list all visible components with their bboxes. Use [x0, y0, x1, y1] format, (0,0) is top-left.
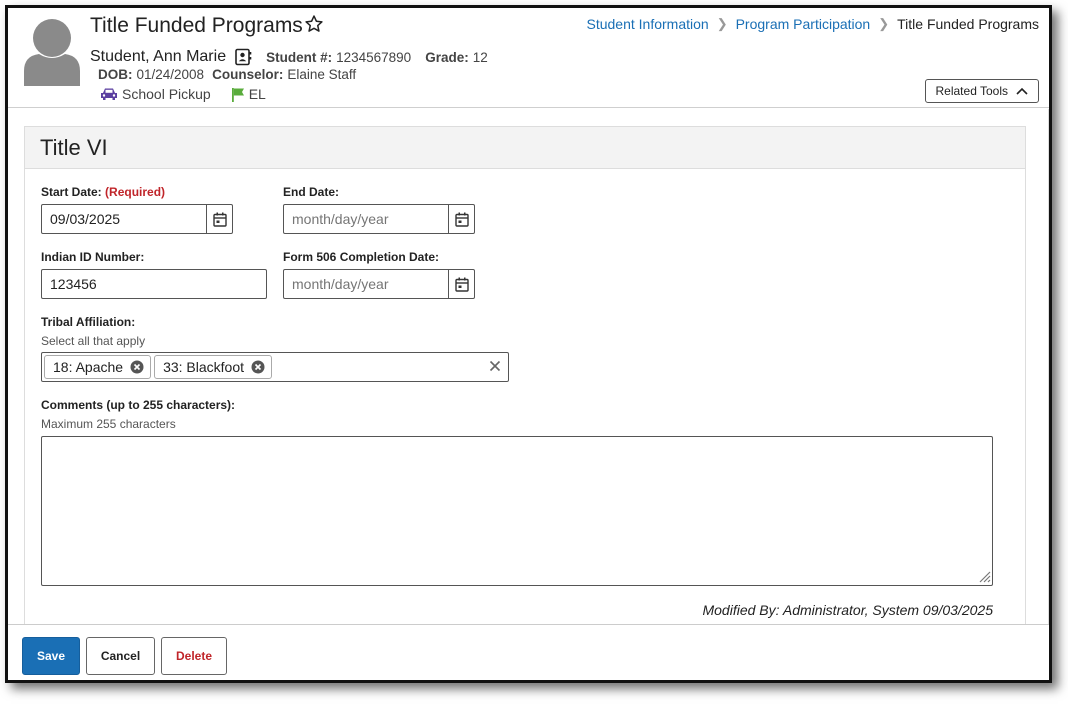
chevron-right-icon: ❯: [716, 16, 728, 31]
required-indicator: (Required): [105, 185, 166, 199]
panel-header: Title VI: [25, 127, 1025, 169]
comments-hint: Maximum 255 characters: [41, 417, 176, 431]
form506-date-label: Form 506 Completion Date:: [283, 250, 440, 264]
selected-chip: 33: Blackfoot: [154, 355, 272, 379]
student-flags: School Pickup EL: [100, 86, 286, 102]
start-date-label-text: Start Date:: [41, 185, 102, 199]
modified-by-text: Modified By: Administrator, System 09/03…: [702, 602, 993, 618]
contact-card-icon[interactable]: [234, 48, 252, 66]
tribal-affiliation-label: Tribal Affiliation:: [41, 315, 136, 329]
chevron-up-icon: [1016, 87, 1028, 95]
form506-date-input[interactable]: [283, 269, 449, 299]
flag-icon: [231, 87, 244, 102]
dob-label: DOB:: [98, 67, 133, 82]
related-tools-label: Related Tools: [935, 84, 1009, 98]
end-date-calendar-button[interactable]: [449, 204, 475, 234]
breadcrumb-current: Title Funded Programs: [897, 16, 1039, 32]
flag-el[interactable]: EL: [231, 86, 266, 102]
selected-chip: 18: Apache: [44, 355, 152, 379]
calendar-icon: [454, 277, 469, 292]
dob-counselor-line: DOB: 01/24/2008 Counselor: Elaine Staff: [98, 67, 356, 82]
start-date-input[interactable]: [41, 204, 207, 234]
breadcrumb: Student Information ❯ Program Participat…: [587, 16, 1040, 32]
start-date-group: [41, 204, 233, 234]
flag-label: School Pickup: [122, 86, 211, 102]
student-number-label: Student #:: [266, 49, 333, 65]
favorite-star-icon[interactable]: [304, 14, 324, 34]
counselor-label: Counselor:: [212, 67, 284, 82]
form506-calendar-button[interactable]: [449, 269, 475, 299]
student-avatar: [24, 19, 80, 86]
indian-id-label: Indian ID Number:: [41, 250, 145, 264]
student-number: 1234567890: [336, 49, 412, 65]
car-icon: [101, 88, 117, 100]
chip-label: 18: Apache: [53, 359, 124, 375]
tribal-affiliation-select[interactable]: 18: Apache 33: Blackfoot: [41, 352, 509, 382]
resize-grip-icon[interactable]: [977, 569, 991, 583]
end-date-input[interactable]: [283, 204, 449, 234]
calendar-icon: [212, 212, 227, 227]
title-vi-panel: Title VI Start Date: (Required) 09/03/20…: [24, 126, 1026, 646]
calendar-icon: [454, 212, 469, 227]
student-name: Student, Ann Marie: [90, 48, 227, 65]
start-date-label: Start Date: (Required): [41, 185, 165, 199]
remove-circle-icon[interactable]: [130, 360, 144, 374]
chip-label: 33: Blackfoot: [163, 359, 244, 375]
chevron-right-icon: ❯: [878, 16, 890, 31]
flag-label: EL: [248, 86, 266, 102]
clear-all-icon[interactable]: [488, 359, 502, 373]
delete-button[interactable]: Delete: [161, 637, 227, 675]
student-header: Title Funded Programs Student Informatio…: [8, 8, 1049, 108]
related-tools-button[interactable]: Related Tools: [924, 79, 1039, 103]
comments-textarea[interactable]: [41, 436, 993, 586]
end-date-label: End Date:: [283, 185, 340, 199]
save-button[interactable]: Save: [22, 637, 80, 675]
action-bar: Save Cancel Delete: [8, 624, 1049, 680]
flag-school-pickup[interactable]: School Pickup: [100, 86, 211, 102]
cancel-button[interactable]: Cancel: [86, 637, 155, 675]
grade-value: 12: [472, 49, 488, 65]
end-date-group: [283, 204, 475, 234]
breadcrumb-student-information[interactable]: Student Information: [587, 16, 709, 32]
comments-label: Comments (up to 255 characters):: [41, 398, 236, 412]
form506-date-group: [283, 269, 475, 299]
panel-title: Title VI: [40, 134, 108, 160]
start-date-calendar-button[interactable]: [207, 204, 233, 234]
app-window: Title Funded Programs Student Informatio…: [5, 5, 1052, 683]
counselor-value: Elaine Staff: [287, 67, 357, 82]
breadcrumb-program-participation[interactable]: Program Participation: [736, 16, 871, 32]
remove-circle-icon[interactable]: [251, 360, 265, 374]
grade-label: Grade:: [425, 49, 469, 65]
page-title: Title Funded Programs: [90, 14, 303, 37]
dob-value: 01/24/2008: [136, 67, 205, 82]
content-area: Title VI Start Date: (Required) 09/03/20…: [8, 109, 1049, 646]
indian-id-input[interactable]: [41, 269, 267, 299]
tribal-affiliation-hint: Select all that apply: [41, 334, 146, 348]
student-info-line: Student, Ann Marie Student #: 1234567890…: [90, 48, 488, 66]
